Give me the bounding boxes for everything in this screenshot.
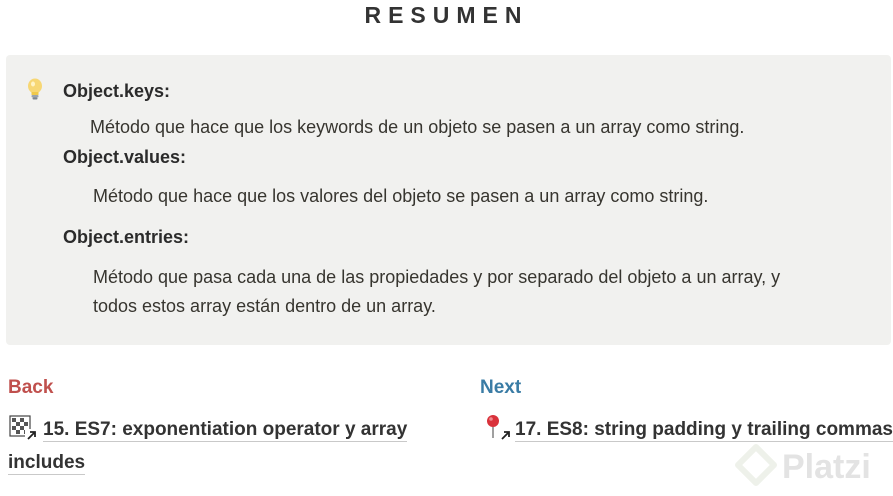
description-object-entries-line2: todos estos array están dentro de un arr… [93,296,436,316]
light-bulb-icon [28,78,42,100]
description-object-entries-line1: Método que pasa cada una de las propieda… [93,267,781,287]
callout-box: Object.keys: Método que hace que los key… [6,55,891,345]
platzi-logo-icon [735,444,777,486]
description-object-values: Método que hace que los valores del obje… [93,186,709,206]
page-title: RESUMEN [364,2,529,28]
platzi-watermark: Platzi [782,448,871,486]
checkered-page-link-icon[interactable] [8,414,38,442]
next-link[interactable]: 17. ES8: string padding y trailing comma… [515,413,893,447]
term-object-values: Object.values: [63,147,187,167]
description-object-keys: Método que hace que los keywords de un o… [90,117,745,137]
back-label: Back [8,377,54,398]
term-object-entries: Object.entries: [63,227,190,247]
next-label: Next [480,377,522,398]
term-object-keys: Object.keys: [63,81,171,101]
back-link-continued[interactable]: includes [8,446,86,480]
back-link[interactable]: 15. ES7: exponentiation operator y array [43,413,408,447]
pushpin-link-icon[interactable] [483,414,513,442]
